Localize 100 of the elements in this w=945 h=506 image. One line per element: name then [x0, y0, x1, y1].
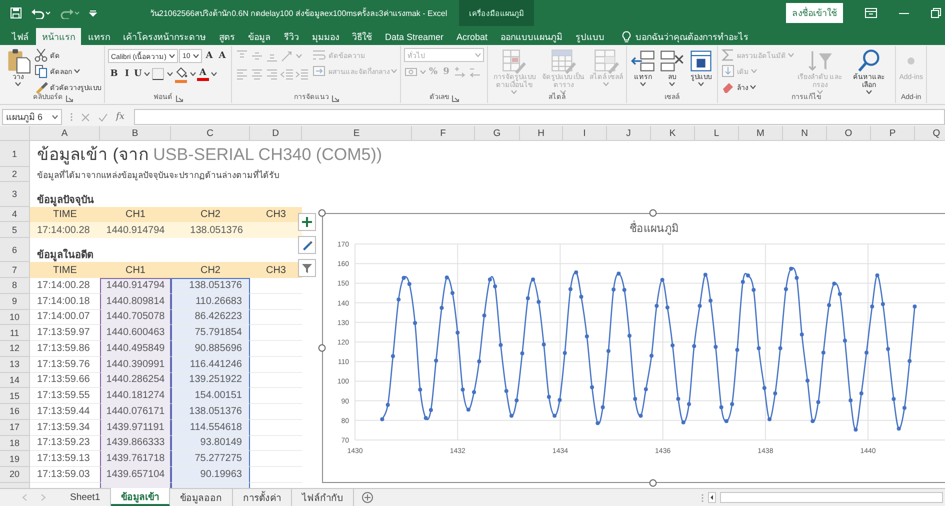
row-header[interactable]: 11: [0, 325, 30, 341]
column-header[interactable]: C: [171, 126, 250, 141]
ribbon-display-icon[interactable]: [865, 8, 877, 18]
sheet-tab[interactable]: การตั้งค่า: [233, 489, 292, 506]
row-header[interactable]: 18: [0, 436, 30, 452]
column-header[interactable]: J: [607, 126, 651, 141]
column-heading: CH2: [171, 262, 250, 278]
row-header[interactable]: 6: [0, 238, 30, 262]
ribbon-tab[interactable]: ออกแบบแผนภูมิ: [494, 28, 569, 45]
row-header[interactable]: 1: [0, 141, 30, 167]
sign-in-button[interactable]: ลงชื่อเข้าใช้: [786, 3, 843, 23]
ribbon-tab[interactable]: ข้อมูล: [242, 28, 277, 45]
chart-styles-button[interactable]: [298, 236, 316, 254]
table-cell: 1440.181274: [100, 388, 171, 404]
table-cell: 86.426223: [171, 310, 250, 326]
insert-function-button[interactable]: fx: [116, 112, 124, 122]
resize-handle[interactable]: [318, 344, 326, 352]
sheet-tab[interactable]: ข้อมูลเข้า: [111, 488, 170, 506]
ribbon-tab[interactable]: รีวิว: [278, 28, 305, 45]
row-header[interactable]: 19: [0, 451, 30, 467]
column-header[interactable]: G: [475, 126, 520, 141]
ribbon-tab[interactable]: Acrobat: [450, 28, 494, 45]
toolbar-button[interactable]: [174, 66, 196, 82]
dialog-launcher-icon[interactable]: [452, 95, 460, 102]
toolbar-button[interactable]: A: [216, 48, 228, 64]
add-sheet-icon[interactable]: [362, 492, 374, 503]
row-header[interactable]: 15: [0, 388, 30, 404]
dialog-launcher-icon[interactable]: [332, 95, 339, 102]
ribbon-tab[interactable]: สูตร: [213, 28, 241, 45]
column-header[interactable]: B: [100, 126, 171, 141]
row-header[interactable]: 7: [0, 262, 30, 278]
ribbon-tab[interactable]: รูปแบบ: [570, 28, 611, 45]
column-header[interactable]: K: [651, 126, 695, 141]
name-box[interactable]: แผนภูมิ 6: [2, 109, 62, 125]
column-header[interactable]: I: [563, 126, 607, 141]
column-header[interactable]: P: [871, 126, 915, 141]
outdent-icon: [280, 67, 294, 81]
dialog-launcher-icon[interactable]: [176, 95, 183, 102]
sheet-tab[interactable]: ข้อมูลออก: [170, 489, 234, 506]
column-header[interactable]: L: [695, 126, 739, 141]
toolbar-button[interactable]: U: [134, 66, 150, 82]
row-header[interactable]: 8: [0, 278, 30, 294]
column-header[interactable]: M: [739, 126, 783, 141]
tell-me-button[interactable]: บอกฉันว่าคุณต้องการทำอะไร: [622, 28, 749, 45]
column-header[interactable]: H: [520, 126, 563, 141]
table-cell: 90.19963: [171, 467, 250, 483]
table-cell: 75.791854: [171, 325, 250, 341]
row-header[interactable]: 10: [0, 310, 30, 326]
chart-filters-button[interactable]: [298, 259, 316, 277]
row-header[interactable]: 14: [0, 372, 30, 388]
toolbar-button[interactable]: A: [196, 66, 217, 82]
ribbon-tab[interactable]: เค้าโครงหน้ากระดาษ: [117, 28, 212, 45]
sheet-tab[interactable]: ไฟล์กำกับ: [292, 489, 354, 506]
customize-icon[interactable]: [89, 9, 97, 17]
column-header[interactable]: F: [412, 126, 475, 141]
redo-icon[interactable]: [60, 7, 80, 19]
ribbon-tab[interactable]: ไฟล์: [6, 28, 35, 45]
undo-icon[interactable]: [31, 7, 51, 19]
column-header[interactable]: D: [250, 126, 302, 141]
check-icon[interactable]: [98, 112, 108, 122]
row-header[interactable]: 13: [0, 356, 30, 372]
formula-input[interactable]: [134, 109, 945, 125]
row-header[interactable]: 16: [0, 404, 30, 420]
scroll-left-arrow-icon[interactable]: [708, 492, 716, 503]
column-header[interactable]: N: [783, 126, 827, 141]
row-header[interactable]: 2: [0, 167, 30, 182]
resize-handle[interactable]: [649, 209, 657, 217]
table-cell: 17:13:59.13: [30, 451, 100, 467]
row-header[interactable]: 20: [0, 467, 30, 483]
toolbar-button[interactable]: [150, 66, 173, 82]
table-cell: 1440.286254: [100, 372, 171, 388]
column-header[interactable]: Q: [915, 126, 945, 141]
ribbon-tab[interactable]: หน้าแรก: [36, 28, 81, 45]
ribbon-tab[interactable]: วิธีใช้: [346, 28, 378, 45]
horizontal-scrollbar[interactable]: [720, 492, 943, 503]
row-header[interactable]: 4: [0, 207, 30, 222]
row-header[interactable]: 12: [0, 341, 30, 357]
resize-handle[interactable]: [649, 479, 657, 487]
row-header[interactable]: 9: [0, 294, 30, 310]
chart-elements-button[interactable]: [298, 213, 316, 231]
table-cell: 17:13:59.44: [30, 404, 100, 420]
row-header[interactable]: 3: [0, 182, 30, 207]
toolbar-button[interactable]: A: [203, 48, 216, 64]
ribbon-tab[interactable]: มุมมอง: [306, 28, 345, 45]
save-icon[interactable]: [10, 7, 22, 19]
restore-icon[interactable]: [931, 8, 941, 18]
resize-handle[interactable]: [318, 209, 326, 217]
table-cell: 1440.390991: [100, 356, 171, 372]
dialog-launcher-icon[interactable]: [66, 95, 73, 102]
toolbar-button[interactable]: I: [121, 66, 133, 82]
ribbon-tab[interactable]: Data Streamer: [379, 28, 450, 45]
column-header[interactable]: O: [827, 126, 871, 141]
column-header[interactable]: A: [30, 126, 100, 141]
table-cell: 1439.866333: [100, 436, 171, 452]
row-header[interactable]: 17: [0, 420, 30, 436]
row-header[interactable]: 5: [0, 222, 30, 238]
toolbar-button[interactable]: B: [108, 66, 120, 82]
cancel-icon[interactable]: [81, 112, 90, 122]
column-header[interactable]: E: [302, 126, 412, 141]
ribbon-tab[interactable]: แทรก: [82, 28, 116, 45]
